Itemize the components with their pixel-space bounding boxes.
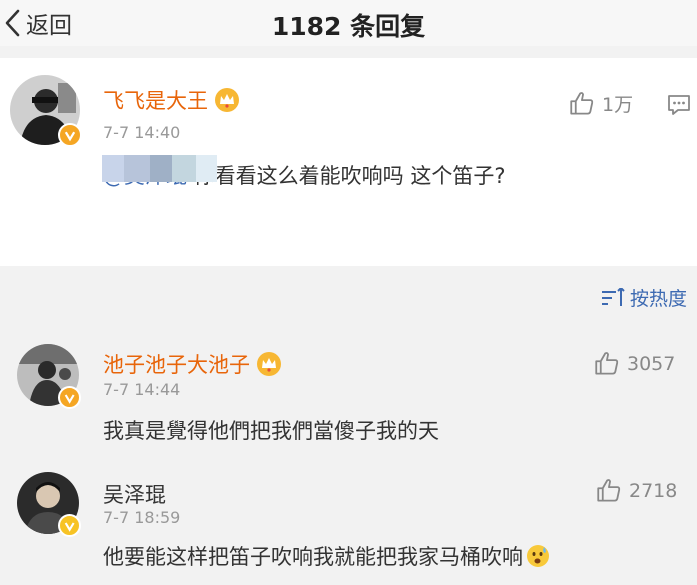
reply-author-avatar[interactable]: [17, 472, 81, 537]
thumbs-up-icon: [595, 352, 619, 375]
post-time: 7-7 14:40: [103, 123, 181, 142]
reply-text: 他要能这样把笛子吹响我就能把我家马桶吹响: [103, 545, 523, 569]
verified-badge-icon: [58, 514, 81, 537]
verified-badge-icon: [58, 123, 82, 147]
post-like-count: 1万: [602, 94, 634, 116]
reply-like-count: 3057: [627, 352, 676, 375]
reply-text-row: 他要能这样把笛子吹响我就能把我家马桶吹响: [103, 541, 551, 571]
reply-author-avatar[interactable]: [17, 344, 81, 409]
crown-badge-icon: [257, 352, 281, 376]
verified-badge-icon: [58, 386, 81, 409]
thumbs-up-icon: [570, 92, 594, 115]
blurred-content: [102, 155, 217, 182]
sort-icon: [601, 287, 625, 306]
post-author-name-row: 飞飞是大王: [103, 85, 240, 115]
reply-author-name[interactable]: 吴泽琨: [103, 479, 166, 509]
reply-author-name[interactable]: 池子池子大池子: [103, 349, 250, 379]
reply-text: 我真是覺得他們把我們當傻子我的天: [103, 419, 439, 443]
post-author-avatar[interactable]: [10, 75, 82, 147]
reply-like-button[interactable]: 3057: [594, 350, 675, 377]
reply-like-count: 2718: [629, 479, 678, 502]
crown-badge-icon: [215, 88, 239, 112]
sort-by-hot-button[interactable]: 按热度: [600, 284, 687, 311]
reply-time: 7-7 18:59: [103, 508, 181, 527]
thumbs-up-icon: [597, 479, 621, 502]
comment-icon[interactable]: [666, 92, 692, 118]
sweat-emoji-icon: [527, 545, 549, 567]
reply-author-name-row: 池子池子大池子: [103, 349, 282, 379]
post-body: 你看看这么着能吹响吗 这个笛子?: [187, 164, 506, 188]
reply-like-button[interactable]: 2718: [596, 477, 677, 504]
page-title: 1182 条回复: [271, 12, 426, 41]
sort-label: 按热度: [629, 288, 687, 310]
post-author-name[interactable]: 飞飞是大王: [103, 85, 208, 115]
reply-time: 7-7 14:44: [103, 380, 181, 399]
reply-author-name-row: 吴泽琨: [103, 479, 166, 509]
post-like-button[interactable]: 1万: [569, 90, 633, 117]
top-bar: 返回 1182 条回复: [0, 0, 697, 46]
